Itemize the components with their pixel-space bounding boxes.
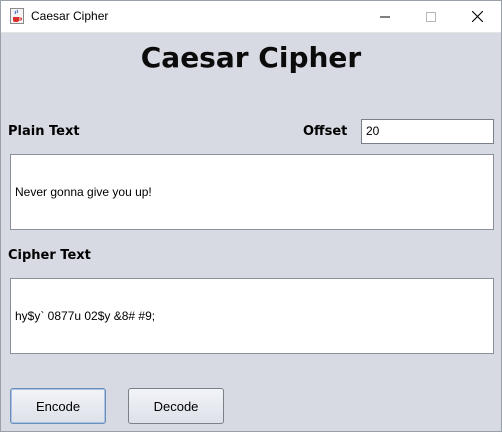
encode-button[interactable]: Encode bbox=[10, 388, 106, 424]
plain-text-label: Plain Text bbox=[8, 124, 80, 139]
title-bar[interactable]: Caesar Cipher bbox=[1, 1, 501, 33]
app-window: Caesar Cipher Caesar Cipher Plain Text O… bbox=[0, 0, 502, 432]
minimize-button[interactable] bbox=[362, 1, 408, 32]
java-cup-icon bbox=[10, 8, 24, 24]
maximize-icon bbox=[426, 11, 436, 22]
window-title: Caesar Cipher bbox=[31, 9, 109, 23]
close-icon bbox=[471, 11, 483, 22]
page-title: Caesar Cipher bbox=[140, 41, 362, 74]
plain-text-area[interactable]: Never gonna give you up! bbox=[10, 154, 494, 230]
minimize-icon bbox=[380, 16, 390, 17]
offset-field[interactable]: 20 bbox=[361, 119, 494, 144]
cipher-text-area[interactable]: hy$y` 0877u 02$y &8# #9; bbox=[10, 278, 494, 354]
maximize-button[interactable] bbox=[408, 1, 454, 32]
close-button[interactable] bbox=[454, 1, 500, 32]
cipher-text-value: hy$y` 0877u 02$y &8# #9; bbox=[15, 309, 156, 323]
cipher-text-label: Cipher Text bbox=[8, 248, 91, 263]
offset-label: Offset bbox=[303, 124, 348, 139]
plain-text-value: Never gonna give you up! bbox=[15, 185, 152, 199]
decode-button[interactable]: Decode bbox=[128, 388, 224, 424]
